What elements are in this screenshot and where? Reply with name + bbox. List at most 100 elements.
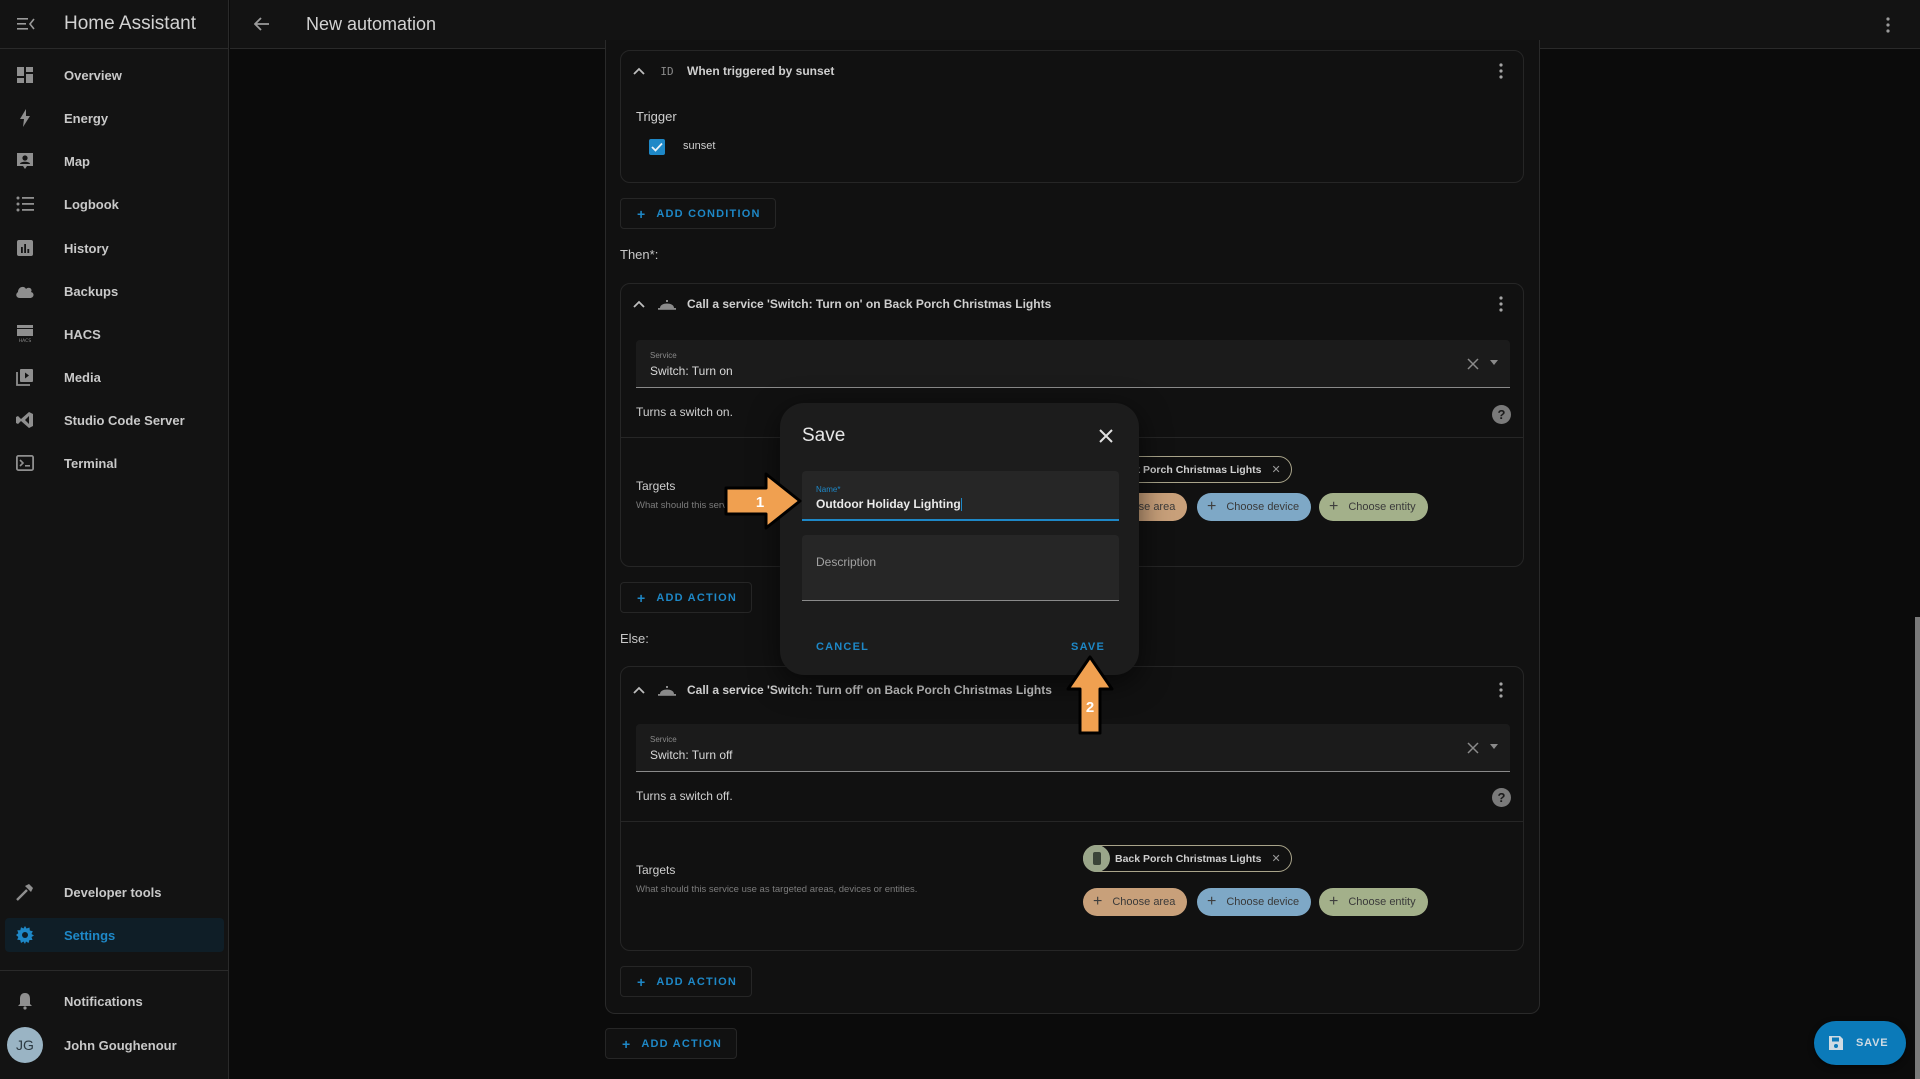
- sidebar-item-map[interactable]: Map: [5, 144, 224, 178]
- trigger-condition-card: ID When triggered by sunset Trigger suns…: [620, 50, 1524, 183]
- sidebar-item-settings[interactable]: Settings: [5, 918, 224, 952]
- entity-chip-label: Back Porch Christmas Lights: [1115, 852, 1262, 865]
- sidebar-item-label: Logbook: [64, 196, 119, 212]
- clear-icon[interactable]: [1466, 741, 1480, 755]
- sidebar-item-label: Media: [64, 369, 101, 385]
- sidebar-item-backups[interactable]: Backups: [5, 274, 224, 308]
- sidebar-item-label: Settings: [64, 927, 116, 943]
- plus-icon: +: [1329, 498, 1339, 515]
- help-icon[interactable]: ?: [1492, 405, 1511, 424]
- back-arrow-icon[interactable]: [250, 12, 274, 36]
- plus-icon: +: [1207, 498, 1217, 515]
- button-label: ADD ACTION: [656, 591, 738, 604]
- sidebar-item-label: Backups: [64, 283, 119, 299]
- add-action-button[interactable]: + ADD ACTION: [605, 1028, 738, 1059]
- sidebar-item-history[interactable]: History: [5, 231, 224, 265]
- save-button[interactable]: SAVE: [1814, 1021, 1906, 1065]
- app-title: Home Assistant: [64, 13, 196, 34]
- choose-entity-button[interactable]: + Choose entity: [1319, 493, 1428, 521]
- choose-area-button[interactable]: + Choose area: [1083, 888, 1188, 916]
- sidebar-item-user[interactable]: JG John Goughenour: [5, 1027, 224, 1063]
- menu-toggle-icon[interactable]: [14, 12, 38, 36]
- identifier-icon: ID: [660, 64, 674, 78]
- text-caret: [960, 498, 962, 512]
- more-vert-icon[interactable]: [1491, 680, 1511, 700]
- dropdown-arrow-icon[interactable]: [1490, 360, 1498, 365]
- dropdown-arrow-icon[interactable]: [1490, 744, 1498, 749]
- chart-box-icon: [15, 238, 35, 258]
- save-dialog: Save Name* Outdoor Holiday Lighting Desc…: [780, 403, 1139, 675]
- sidebar-item-notifications[interactable]: Notifications: [5, 984, 224, 1018]
- hacs-store-icon: HACS: [15, 324, 35, 344]
- add-action-button-else[interactable]: + ADD ACTION: [620, 966, 753, 997]
- plus-icon: +: [637, 205, 647, 222]
- content-save-icon: [1829, 1036, 1843, 1050]
- service-select[interactable]: Service Switch: Turn on: [636, 340, 1510, 388]
- else-label: Else:: [620, 631, 649, 646]
- more-vert-icon[interactable]: [1491, 61, 1511, 81]
- cog-icon: [15, 925, 35, 945]
- sidebar-item-label: Studio Code Server: [64, 412, 185, 428]
- vscode-icon: [15, 410, 35, 430]
- cloud-icon: [15, 281, 35, 301]
- close-icon[interactable]: [1097, 427, 1115, 445]
- chevron-up-icon[interactable]: [631, 63, 647, 79]
- sidebar-item-logbook[interactable]: Logbook: [5, 187, 224, 221]
- button-label: Choose device: [1226, 896, 1300, 908]
- remove-chip-icon[interactable]: ✕: [1271, 852, 1280, 865]
- sidebar-item-studio-code-server[interactable]: Studio Code Server: [5, 403, 224, 437]
- sidebar-item-overview[interactable]: Overview: [5, 58, 224, 92]
- name-input[interactable]: Name* Outdoor Holiday Lighting: [802, 471, 1119, 521]
- service-description: Turns a switch on.: [636, 405, 733, 419]
- service-value: Switch: Turn off: [650, 748, 733, 762]
- card-header[interactable]: Call a service 'Switch: Turn on' on Back…: [621, 284, 1523, 324]
- entity-chip[interactable]: Back Porch Christmas Lights ✕: [1083, 845, 1292, 872]
- more-vert-icon[interactable]: [1491, 294, 1511, 314]
- description-input[interactable]: Description: [802, 535, 1119, 601]
- service-label: Service: [650, 735, 677, 744]
- choose-device-button[interactable]: + Choose device: [1197, 493, 1312, 521]
- more-vert-icon[interactable]: [1876, 13, 1900, 37]
- play-box-multiple-icon: [15, 367, 35, 387]
- annotation-step-2-label: 2: [1086, 699, 1094, 716]
- sidebar-item-label: Overview: [64, 67, 122, 83]
- bell-icon: [15, 991, 35, 1011]
- sidebar-header: Home Assistant: [0, 0, 228, 49]
- card-title: Call a service 'Switch: Turn off' on Bac…: [687, 683, 1052, 697]
- card-header[interactable]: ID When triggered by sunset: [621, 51, 1523, 91]
- sidebar-item-hacs[interactable]: HACS HACS: [5, 317, 224, 351]
- choose-device-button[interactable]: + Choose device: [1197, 888, 1312, 916]
- view-dashboard-icon: [15, 65, 35, 85]
- scrollbar[interactable]: [1915, 617, 1920, 1079]
- plus-icon: +: [1329, 893, 1339, 910]
- description-placeholder: Description: [816, 555, 877, 569]
- user-name: John Goughenour: [64, 1037, 177, 1053]
- page-title: New automation: [306, 13, 437, 34]
- save-button-label: SAVE: [1856, 1037, 1889, 1049]
- targets-title: Targets: [636, 863, 676, 877]
- chevron-up-icon[interactable]: [631, 682, 647, 698]
- check-icon: [651, 142, 663, 152]
- sunset-checkbox[interactable]: [649, 139, 665, 155]
- cancel-button[interactable]: CANCEL: [816, 641, 869, 653]
- room-service-icon: [657, 680, 677, 700]
- lightning-bolt-icon: [15, 108, 35, 128]
- add-condition-button[interactable]: + ADD CONDITION: [620, 198, 776, 229]
- help-icon[interactable]: ?: [1492, 788, 1511, 807]
- map-account-icon: [15, 151, 35, 171]
- clear-icon[interactable]: [1466, 357, 1480, 371]
- sidebar-item-developer-tools[interactable]: Developer tools: [5, 875, 224, 909]
- sidebar-item-label: HACS: [64, 326, 101, 342]
- annotation-step-1-label: 1: [756, 494, 764, 511]
- add-action-button-then[interactable]: + ADD ACTION: [620, 582, 753, 613]
- sidebar-item-terminal[interactable]: Terminal: [5, 446, 224, 480]
- sidebar-item-label: Notifications: [64, 993, 143, 1009]
- sidebar-item-energy[interactable]: Energy: [5, 101, 224, 135]
- console-icon: [15, 453, 35, 473]
- sidebar-item-media[interactable]: Media: [5, 360, 224, 394]
- card-title: Call a service 'Switch: Turn on' on Back…: [687, 297, 1052, 311]
- chevron-up-icon[interactable]: [631, 296, 647, 312]
- dialog-save-button[interactable]: SAVE: [1071, 641, 1105, 653]
- choose-entity-button[interactable]: + Choose entity: [1319, 888, 1428, 916]
- remove-chip-icon[interactable]: ✕: [1271, 463, 1280, 476]
